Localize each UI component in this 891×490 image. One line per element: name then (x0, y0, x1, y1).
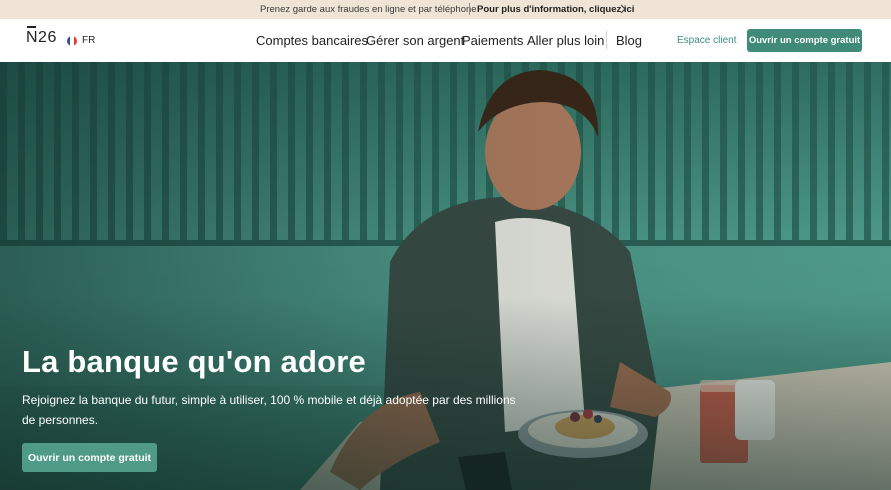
nav-aller-plus-loin[interactable]: Aller plus loin (527, 33, 604, 48)
hero-subtitle: Rejoignez la banque du futur, simple à u… (22, 393, 516, 427)
hero-title: La banque qu'on adore (22, 344, 366, 379)
banner-message: Prenez garde aux fraudes en ligne et par… (260, 4, 477, 15)
chevron-right-icon[interactable] (619, 2, 627, 16)
logo-bar (27, 26, 36, 28)
nav-divider (606, 31, 607, 49)
banner-divider (469, 3, 470, 15)
open-account-button-header[interactable]: Ouvrir un compte gratuit (747, 29, 862, 52)
banner-info-link[interactable]: Pour plus d'information, cliquez ici (477, 4, 634, 15)
france-flag-icon[interactable] (67, 36, 77, 46)
hero-section: La banque qu'on adore Rejoignez la banqu… (0, 62, 891, 490)
main-navigation: N26 FR Comptes bancaires Gérer son argen… (0, 19, 891, 62)
nav-comptes-bancaires[interactable]: Comptes bancaires (256, 33, 368, 48)
logo-text: N26 (26, 29, 57, 46)
n26-logo[interactable]: N26 (26, 26, 57, 47)
espace-client-link[interactable]: Espace client (677, 35, 736, 46)
nav-paiements[interactable]: Paiements (462, 33, 523, 48)
nav-blog[interactable]: Blog (616, 33, 642, 48)
nav-gerer-son-argent[interactable]: Gérer son argent (366, 33, 464, 48)
language-selector[interactable]: FR (82, 35, 95, 46)
open-account-button-hero[interactable]: Ouvrir un compte gratuit (22, 443, 157, 472)
fraud-warning-banner: Prenez garde aux fraudes en ligne et par… (0, 0, 891, 19)
